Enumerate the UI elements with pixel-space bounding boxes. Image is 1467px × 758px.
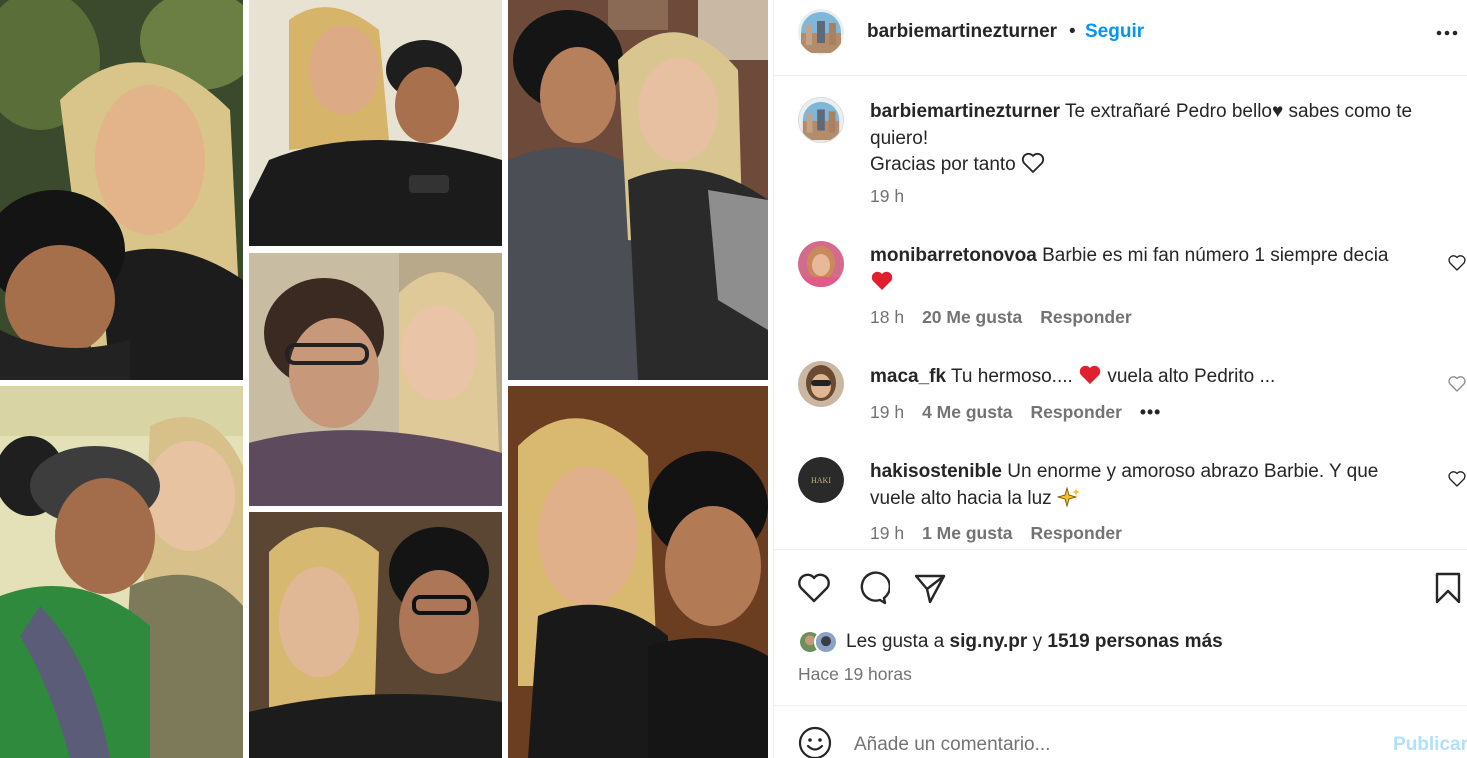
comment-like-count[interactable]: 20 Me gusta [922, 307, 1022, 328]
likes-joiner: y [1032, 631, 1043, 652]
comment-body: Barbie es mi fan número 1 siempre decia [1042, 245, 1389, 266]
add-comment-bar: Publicar [774, 705, 1467, 758]
comments-list[interactable]: barbiemartinezturner Te extrañaré Pedro … [774, 77, 1467, 549]
comment-body-part-1: Tu hermoso.... [951, 366, 1073, 387]
likes-user-link[interactable]: sig.ny.pr [950, 631, 1028, 653]
follow-button[interactable]: Seguir [1085, 21, 1144, 43]
red-heart-emoji-icon [1079, 365, 1101, 384]
collage-photo-4 [249, 253, 502, 506]
comment-username[interactable]: hakisostenible [870, 461, 1002, 482]
post-side-panel: barbiemartinezturner • Seguir barbiemart… [773, 0, 1467, 758]
comment-input[interactable] [854, 732, 1374, 758]
post-image-collage[interactable] [0, 0, 773, 758]
caption-text: barbiemartinezturner Te extrañaré Pedro … [870, 99, 1440, 179]
collage-photo-6 [249, 512, 502, 758]
collage-photo-5 [0, 386, 243, 758]
comment-username[interactable]: monibarretonovoa [870, 245, 1037, 266]
post-timestamp[interactable]: Hace 19 horas [798, 664, 912, 685]
paper-plane-icon[interactable] [912, 570, 948, 606]
comment-avatar-monibarretonovoa[interactable] [798, 241, 844, 287]
comment-time: 18 h [870, 307, 905, 327]
comment-text: maca_fk Tu hermoso.... vuela alto Pedrit… [870, 364, 1440, 391]
comment-meta: 19 h 1 Me gusta Responder [870, 523, 1140, 544]
post-header: barbiemartinezturner • Seguir [774, 0, 1467, 76]
liker-avatar-2 [814, 630, 838, 654]
comment-text: monibarretonovoa Barbie es mi fan número… [870, 243, 1440, 296]
reply-button[interactable]: Responder [1040, 307, 1131, 328]
emoji-icon[interactable] [798, 726, 832, 758]
caption-time: 19 h [870, 186, 905, 206]
publish-button[interactable]: Publicar [1393, 734, 1467, 756]
comment-like-count[interactable]: 4 Me gusta [922, 402, 1012, 423]
heart-outline-emoji-icon [1021, 152, 1045, 173]
caption-meta: 19 h [870, 186, 922, 207]
like-comment-heart-icon[interactable] [1448, 375, 1466, 393]
red-heart-emoji-icon [871, 271, 893, 290]
likes-others-link[interactable]: 1519 personas más [1047, 631, 1222, 653]
comment-username[interactable]: maca_fk [870, 366, 946, 387]
sparkles-emoji-icon [1056, 486, 1080, 507]
author-username[interactable]: barbiemartinezturner [867, 21, 1057, 43]
comment-meta: 19 h 4 Me gusta Responder ••• [870, 402, 1179, 423]
comment-time: 19 h [870, 402, 905, 422]
caption-line-1: Te extrañaré Pedro bello♥ sabes como te [1064, 101, 1413, 122]
comment-body: Un enorme y amoroso abrazo Barbie. Y que [1007, 461, 1379, 482]
collage-photo-2 [249, 0, 502, 246]
like-heart-icon[interactable] [796, 570, 832, 606]
likes-prefix: Les gusta a [846, 631, 945, 652]
comment-meta: 18 h 20 Me gusta Responder [870, 307, 1150, 328]
comment-text: hakisostenible Un enorme y amoroso abraz… [870, 459, 1440, 512]
more-options-icon[interactable] [1434, 20, 1460, 46]
svg-text:HAKI: HAKI [811, 476, 831, 485]
collage-photo-7 [508, 386, 768, 758]
comment-like-count[interactable]: 1 Me gusta [922, 523, 1012, 544]
collage-photo-1 [0, 0, 243, 380]
like-comment-heart-icon[interactable] [1448, 470, 1466, 488]
comment-avatar-maca-fk[interactable] [798, 361, 844, 407]
bookmark-icon[interactable] [1430, 570, 1466, 606]
collage-photo-3 [508, 0, 768, 380]
caption-author-avatar[interactable] [798, 97, 844, 143]
comment-time: 19 h [870, 523, 905, 543]
reply-button[interactable]: Responder [1031, 523, 1122, 544]
comment-icon[interactable] [854, 570, 890, 606]
comment-body-part-2: vuela alto Pedrito ... [1107, 366, 1276, 387]
post-actions: Les gusta a sig.ny.pr y 1519 personas má… [774, 549, 1467, 705]
author-avatar[interactable] [798, 9, 844, 55]
reply-button[interactable]: Responder [1031, 402, 1122, 423]
caption-username[interactable]: barbiemartinezturner [870, 101, 1060, 122]
comment-body-line-2: vuele alto hacia la luz [870, 487, 1052, 509]
like-comment-heart-icon[interactable] [1448, 254, 1466, 272]
comment-avatar-hakisostenible[interactable]: HAKI [798, 457, 844, 503]
caption-line-2: quiero! [870, 127, 929, 149]
likes-summary: Les gusta a sig.ny.pr y 1519 personas má… [798, 630, 1223, 654]
separator-dot: • [1069, 21, 1076, 42]
caption-line-3: Gracias por tanto [870, 154, 1016, 175]
comment-more-options-icon[interactable]: ••• [1140, 402, 1161, 423]
